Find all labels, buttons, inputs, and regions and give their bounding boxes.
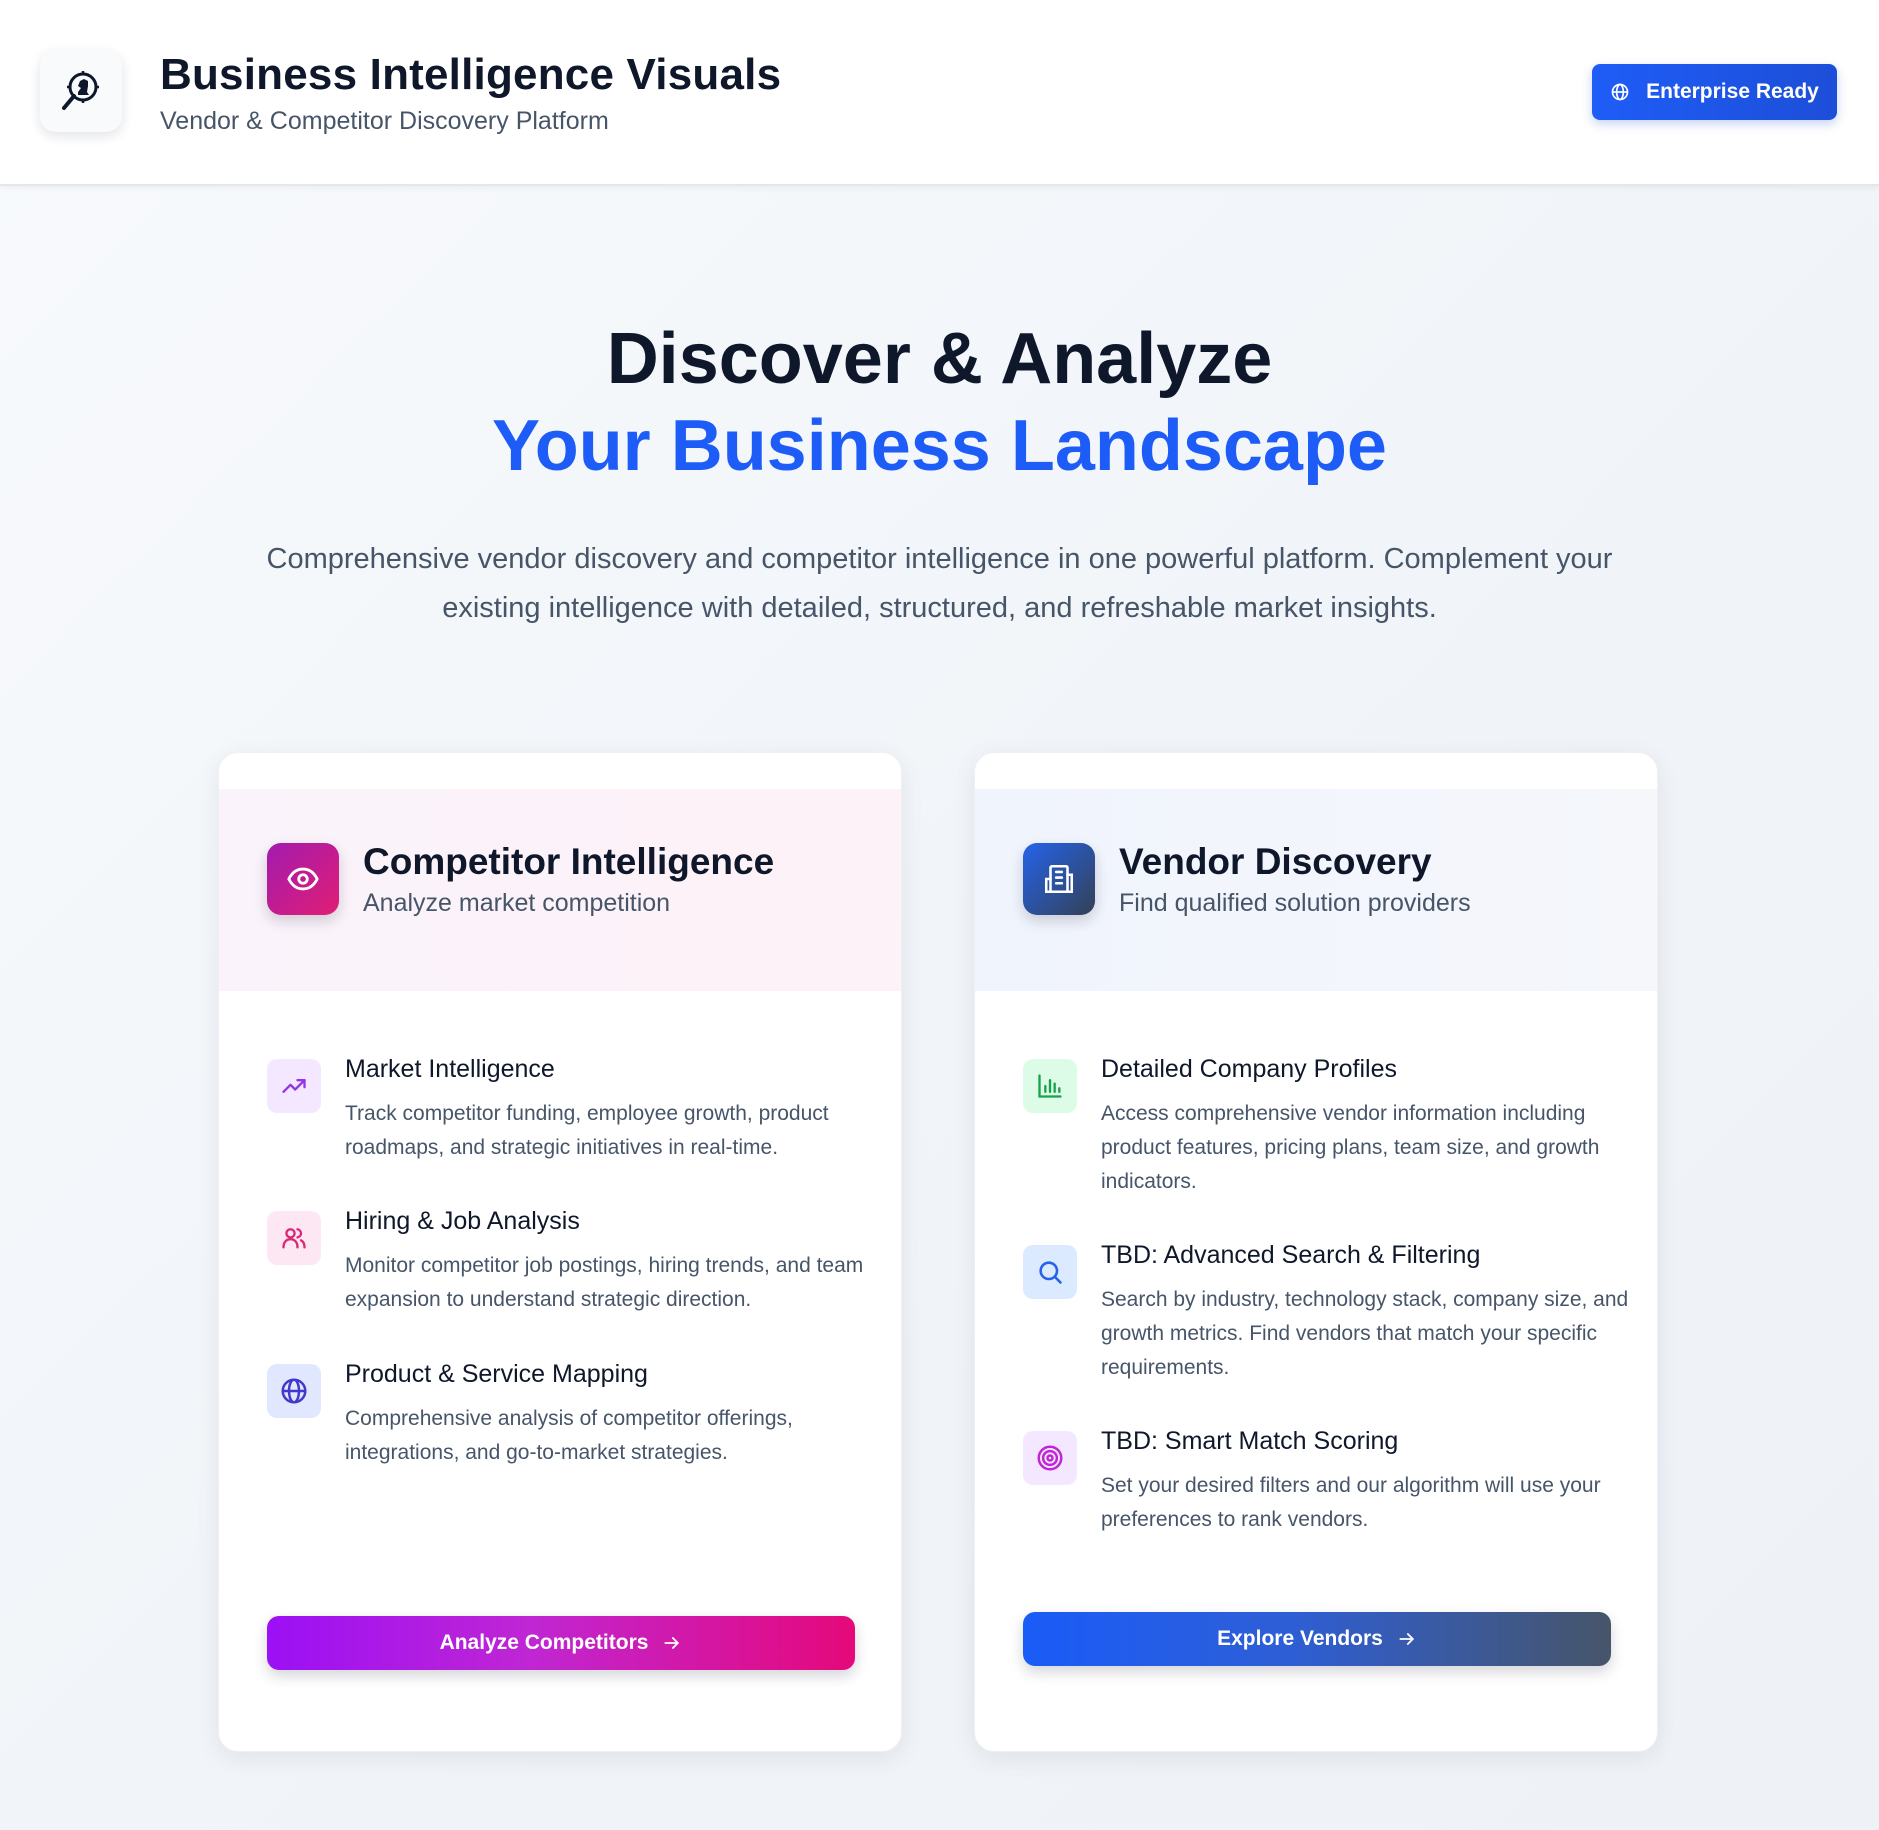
enterprise-ready-button[interactable]: Enterprise Ready xyxy=(1592,64,1837,120)
building-icon xyxy=(1023,843,1095,915)
analyze-competitors-label: Analyze Competitors xyxy=(439,1631,649,1654)
arrow-right-icon xyxy=(664,1637,680,1649)
explore-vendors-label: Explore Vendors xyxy=(1217,1627,1383,1650)
users-icon xyxy=(267,1211,321,1265)
feature-title: Hiring & Job Analysis xyxy=(345,1207,580,1235)
feature-description: Search by industry, technology stack, co… xyxy=(1101,1288,1629,1379)
feature-title: TBD: Advanced Search & Filtering xyxy=(1101,1241,1481,1269)
target-icon xyxy=(1023,1431,1077,1485)
app-header: Business Intelligence Visuals Vendor & C… xyxy=(0,0,1879,186)
explore-vendors-button[interactable]: Explore Vendors xyxy=(1023,1612,1611,1666)
feature-description: Set your desired filters and our algorit… xyxy=(1101,1474,1601,1531)
trending-up-icon xyxy=(267,1059,321,1113)
feature-title: Detailed Company Profiles xyxy=(1101,1055,1397,1083)
competitor-intelligence-card: Competitor Intelligence Analyze market c… xyxy=(218,752,902,1752)
card-subtitle: Find qualified solution providers xyxy=(1119,889,1471,917)
hero-heading-highlight: Your Business Landscape xyxy=(492,406,1387,486)
vendor-discovery-card: Vendor Discovery Find qualified solution… xyxy=(974,752,1658,1752)
globe-icon xyxy=(1611,83,1629,101)
hero-heading: Discover & Analyze xyxy=(606,319,1273,399)
analyze-competitors-button[interactable]: Analyze Competitors xyxy=(267,1616,855,1670)
card-title: Vendor Discovery xyxy=(1119,841,1432,882)
feature-description: Monitor competitor job postings, hiring … xyxy=(345,1254,864,1311)
feature-description: Comprehensive analysis of competitor off… xyxy=(345,1407,793,1464)
feature-title: TBD: Smart Match Scoring xyxy=(1101,1427,1399,1455)
hero-description: Comprehensive vendor discovery and compe… xyxy=(266,543,1613,624)
search-icon xyxy=(1023,1245,1077,1299)
feature-description: Track competitor funding, employee growt… xyxy=(345,1102,829,1159)
globe-icon xyxy=(267,1364,321,1418)
card-header: Competitor Intelligence Analyze market c… xyxy=(219,789,901,991)
enterprise-ready-label: Enterprise Ready xyxy=(1646,80,1819,103)
card-title: Competitor Intelligence xyxy=(363,841,775,882)
eye-icon xyxy=(267,843,339,915)
arrow-right-icon xyxy=(1399,1633,1414,1645)
logo[interactable] xyxy=(40,50,122,132)
feature-description: Access comprehensive vendor information … xyxy=(1101,1102,1600,1193)
card-subtitle: Analyze market competition xyxy=(363,889,671,917)
feature-title: Product & Service Mapping xyxy=(345,1360,648,1388)
app-title: Business Intelligence Visuals xyxy=(160,50,782,99)
bar-chart-icon xyxy=(1023,1059,1077,1113)
card-header: Vendor Discovery Find qualified solution… xyxy=(975,789,1657,991)
app-subtitle: Vendor & Competitor Discovery Platform xyxy=(160,107,609,135)
feature-title: Market Intelligence xyxy=(345,1055,555,1083)
chess-knight-search-icon xyxy=(62,71,99,110)
